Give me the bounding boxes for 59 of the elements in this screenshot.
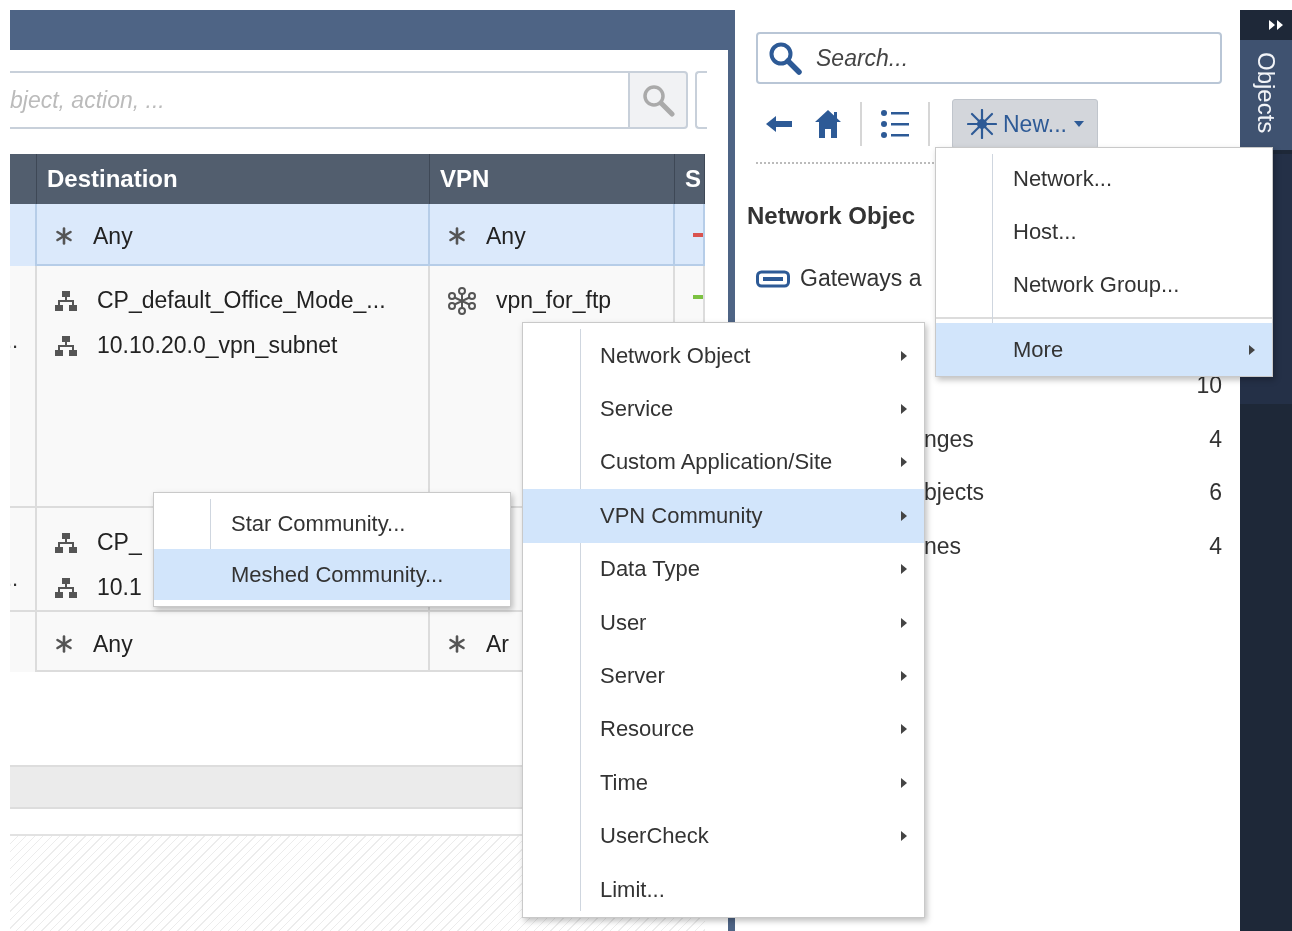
cell-text: CP_default_Office_Mode_... xyxy=(97,287,386,314)
menu-item[interactable]: Host... xyxy=(936,205,1272,258)
double-arrow-icon xyxy=(1268,19,1284,31)
cell-text: CP_ xyxy=(97,529,142,556)
item-count: 4 xyxy=(1209,532,1222,560)
network-icon xyxy=(55,577,77,598)
list-item[interactable]: nes xyxy=(924,532,1210,560)
menu-item[interactable]: Time xyxy=(523,756,924,810)
search-box[interactable]: Search... xyxy=(756,32,1222,84)
menu-item[interactable]: User xyxy=(523,595,924,650)
search-icon xyxy=(768,41,802,75)
cell-text: 10.10.20.0_vpn_subnet xyxy=(97,332,338,359)
network-icon xyxy=(55,335,77,356)
menu-item[interactable]: Meshed Community... xyxy=(154,549,510,600)
menu-item[interactable]: Limit... xyxy=(523,862,924,917)
search-icon xyxy=(641,83,675,117)
side-tab[interactable]: Objects xyxy=(1240,40,1292,150)
cell-text: Any xyxy=(93,222,133,250)
menu-item[interactable]: Data Type xyxy=(523,542,924,596)
cell-text: 10.1 xyxy=(97,574,142,601)
item-count: 6 xyxy=(1209,479,1222,507)
cell-text: Ar xyxy=(486,630,509,658)
asterisk-icon xyxy=(448,227,466,245)
menu-item[interactable]: Network... xyxy=(936,152,1272,205)
new-button[interactable]: New... xyxy=(952,99,1098,149)
cell-text: .. xyxy=(10,566,19,592)
menu-item[interactable]: Service xyxy=(523,382,924,436)
cell-text: vpn_for_ftp xyxy=(496,287,612,314)
item-count: 4 xyxy=(1209,425,1222,453)
network-icon xyxy=(55,532,77,553)
asterisk-icon xyxy=(55,635,73,653)
community-icon xyxy=(448,286,476,315)
search-field[interactable]: bject, action, ... xyxy=(10,71,628,129)
list-item[interactable]: nges xyxy=(924,425,1210,453)
network-icon xyxy=(55,290,77,311)
menu-item[interactable]: VPN Community xyxy=(523,489,924,543)
list-icon xyxy=(880,109,910,139)
caret-icon xyxy=(1072,120,1085,128)
asterisk-icon xyxy=(55,227,73,245)
cell-text: .. xyxy=(10,328,19,354)
section-heading: Network Objec xyxy=(747,202,917,230)
gateway-icon xyxy=(756,268,790,289)
menu-item[interactable]: UserCheck xyxy=(523,809,924,863)
menu-item[interactable]: Star Community... xyxy=(154,498,510,549)
menu-item[interactable]: More xyxy=(936,323,1272,376)
asterisk-icon xyxy=(448,635,466,653)
menu-item[interactable]: Network Object xyxy=(523,329,924,383)
menu-item[interactable]: Resource xyxy=(523,702,924,757)
menu-item[interactable]: Network Group... xyxy=(936,258,1272,311)
row-header[interactable]: .. xyxy=(10,508,37,610)
row-header[interactable]: .. xyxy=(10,266,37,506)
cell-text: Any xyxy=(486,222,526,250)
sparkle-icon xyxy=(967,109,997,139)
list-item[interactable]: bjects xyxy=(924,479,1210,507)
home-icon xyxy=(814,109,842,139)
menu-item[interactable]: Server xyxy=(523,649,924,703)
cell-text: Any xyxy=(93,630,133,658)
arrow-left-icon xyxy=(764,114,794,134)
menu-item[interactable]: Custom Application/Site xyxy=(523,435,924,490)
